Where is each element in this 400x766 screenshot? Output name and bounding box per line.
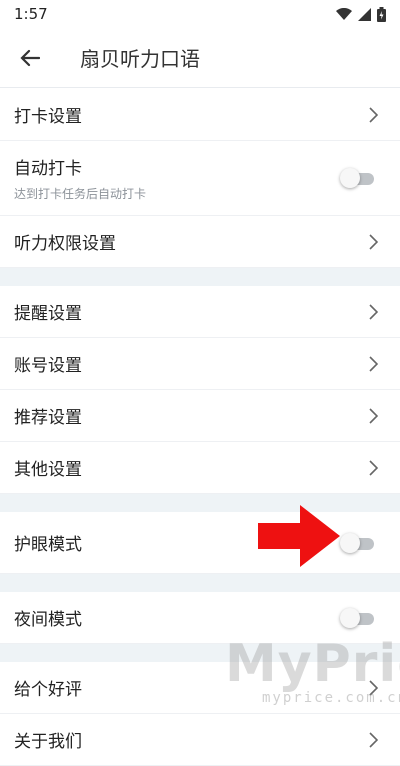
setting-label: 自动打卡	[14, 159, 82, 179]
chevron-right-icon	[369, 106, 378, 123]
night-mode-toggle[interactable]	[340, 607, 374, 628]
setting-label: 护眼模式	[14, 535, 82, 555]
section-divider	[0, 494, 400, 512]
back-button[interactable]	[14, 42, 46, 74]
setting-reminder[interactable]: 提醒设置	[0, 286, 400, 338]
setting-listening-permission[interactable]: 听力权限设置	[0, 216, 400, 268]
signal-icon	[358, 7, 371, 21]
page-title: 扇贝听力口语	[80, 47, 200, 71]
watermark-logo: MyPrice	[225, 634, 400, 694]
section-divider	[0, 268, 400, 286]
setting-label: 其他设置	[14, 460, 82, 480]
setting-label: 给个好评	[14, 680, 82, 700]
arrow-left-icon	[20, 49, 40, 66]
chevron-right-icon	[369, 459, 378, 476]
chevron-right-icon	[369, 407, 378, 424]
setting-label: 听力权限设置	[14, 234, 116, 254]
setting-label: 关于我们	[14, 732, 82, 752]
red-arrow-annotation	[258, 505, 340, 567]
toggle-knob	[340, 532, 360, 553]
setting-label: 账号设置	[14, 356, 82, 376]
toggle-knob	[340, 168, 360, 188]
status-icons	[336, 6, 386, 22]
setting-about-us[interactable]: 关于我们	[0, 714, 400, 766]
setting-label: 打卡设置	[14, 107, 82, 127]
setting-checkin[interactable]: 打卡设置	[0, 89, 400, 141]
setting-recommend[interactable]: 推荐设置	[0, 390, 400, 442]
eye-care-toggle[interactable]	[340, 532, 374, 553]
chevron-right-icon	[369, 303, 378, 320]
status-time: 1:57	[14, 5, 48, 23]
setting-description: 达到打卡任务后自动打卡	[14, 187, 147, 201]
setting-account[interactable]: 账号设置	[0, 338, 400, 390]
setting-auto-checkin: 自动打卡 达到打卡任务后自动打卡	[0, 141, 400, 216]
setting-label: 夜间模式	[14, 610, 82, 630]
section-divider	[0, 574, 400, 592]
setting-eye-care: 护眼模式	[0, 512, 400, 574]
battery-icon	[377, 6, 386, 22]
chevron-right-icon	[369, 731, 378, 748]
setting-other[interactable]: 其他设置	[0, 442, 400, 494]
wifi-icon	[336, 7, 352, 20]
chevron-right-icon	[369, 233, 378, 250]
toggle-knob	[340, 607, 360, 628]
auto-checkin-toggle[interactable]	[340, 168, 374, 188]
setting-label: 提醒设置	[14, 304, 82, 324]
watermark-site: myprice.com.cn	[262, 690, 400, 706]
status-bar: 1:57	[0, 0, 400, 28]
app-bar: 扇贝听力口语	[0, 28, 400, 88]
chevron-right-icon	[369, 355, 378, 372]
setting-label: 推荐设置	[14, 408, 82, 428]
